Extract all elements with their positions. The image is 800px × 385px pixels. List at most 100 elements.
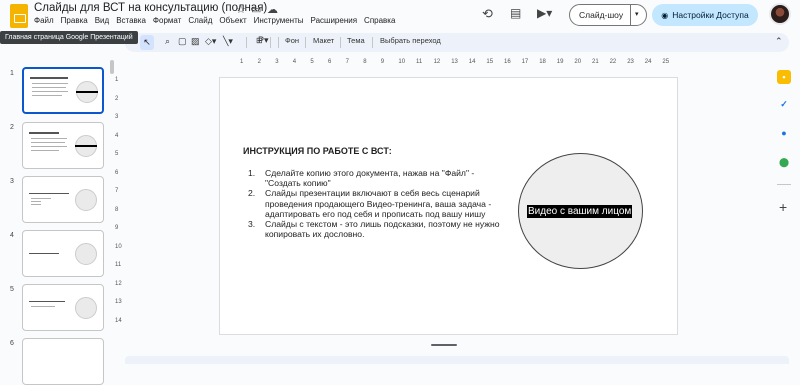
divider <box>630 5 631 25</box>
slide-instructions-list[interactable]: 1. Сделайте копию этого документа, нажав… <box>245 168 505 239</box>
share-button[interactable]: ◉ Настройки Доступа <box>652 4 758 26</box>
move-folder-icon[interactable]: ▭ <box>251 3 261 16</box>
document-title[interactable]: Слайды для ВСТ на консультацию (полная) <box>34 2 267 14</box>
theme-button[interactable]: Тема <box>347 36 365 45</box>
maps-icon[interactable]: ⬤ <box>777 155 791 169</box>
list-text: Сделайте копию этого документа, нажав на… <box>265 168 475 189</box>
background-button[interactable]: Фон <box>285 36 299 45</box>
divider <box>340 37 341 48</box>
slide-number: 2 <box>10 124 14 131</box>
menu-object[interactable]: Объект <box>219 16 250 25</box>
vertical-ruler: 1 2 3 4 5 6 7 8 9 10 11 12 13 14 <box>113 75 123 335</box>
menu-insert[interactable]: Вставка <box>116 16 150 25</box>
menu-edit[interactable]: Правка <box>61 16 92 25</box>
slide-number: 1 <box>10 70 14 77</box>
menu-view[interactable]: Вид <box>95 16 113 25</box>
tasks-icon[interactable]: ✓ <box>777 97 791 111</box>
menu-file[interactable]: Файл <box>34 16 58 25</box>
slides-logo-icon[interactable] <box>10 4 28 28</box>
slideshow-button[interactable]: Слайд-шоу ▾ <box>569 4 647 26</box>
ruler-tick-label: 11 <box>416 59 423 65</box>
slide-thumbnail-2[interactable] <box>22 122 104 169</box>
slide-number: 5 <box>10 286 14 293</box>
video-placeholder-label[interactable]: Видео с вашим лицом <box>527 205 633 218</box>
keep-icon[interactable]: ▪ <box>777 70 791 84</box>
list-number: 2. <box>248 188 256 199</box>
divider <box>777 184 791 185</box>
divider <box>278 37 279 48</box>
zoom-icon[interactable]: ⌕ <box>165 36 170 47</box>
shape-icon[interactable]: ◇▾ <box>205 36 216 47</box>
tooltip: Главная страница Google Презентаций <box>0 31 138 44</box>
slideshow-label[interactable]: Слайд-шоу <box>579 10 623 20</box>
ruler-tick-label: 22 <box>609 59 617 65</box>
text-format-icon[interactable]: Р▾ <box>258 35 269 46</box>
slide-thumbnail-5[interactable] <box>22 284 104 331</box>
ruler-tick-label: 21 <box>592 59 599 65</box>
select-cursor-icon[interactable]: ↖ <box>140 35 154 50</box>
divider <box>372 37 373 48</box>
ruler-tick-label: 5 <box>115 151 119 157</box>
ruler-tick-label: 2 <box>257 59 261 65</box>
list-item: 1. Сделайте копию этого документа, нажав… <box>245 168 505 188</box>
collapse-toolbar-icon[interactable]: ⌃ <box>775 36 783 47</box>
layout-button[interactable]: Макет <box>313 36 334 45</box>
slide-thumbnail-3[interactable] <box>22 176 104 223</box>
contacts-icon[interactable]: ● <box>777 126 791 140</box>
transition-button[interactable]: Выбрать переход <box>380 36 441 45</box>
textbox-icon[interactable]: ▢ <box>178 36 187 47</box>
ruler-tick-label: 9 <box>115 225 119 231</box>
slide-thumbnail-6[interactable] <box>22 338 104 385</box>
avatar[interactable] <box>769 3 791 25</box>
divider <box>246 37 247 48</box>
ruler-tick-label: 7 <box>115 188 119 194</box>
ruler-tick-label: 18 <box>539 59 546 65</box>
ruler-tick-label: 14 <box>115 317 122 324</box>
slide-title[interactable]: ИНСТРУКЦИЯ ПО РАБОТЕ С ВСТ: <box>243 146 392 156</box>
menu-tools[interactable]: Инструменты <box>254 16 308 25</box>
list-item: 3. Слайды с текстом - это лишь подсказки… <box>245 219 505 239</box>
comments-icon[interactable]: ▤ <box>510 6 521 20</box>
history-icon[interactable]: ⟲ <box>482 6 493 22</box>
line-icon[interactable]: ╲▾ <box>223 36 233 47</box>
speaker-notes-handle[interactable] <box>431 344 457 346</box>
chevron-down-icon[interactable]: ▾ <box>635 10 639 18</box>
cloud-status-icon[interactable]: ☁ <box>267 3 278 16</box>
slide-thumbnail-4[interactable] <box>22 230 104 277</box>
ruler-tick-label: 10 <box>398 59 406 65</box>
star-icon[interactable]: ☆ <box>236 3 246 16</box>
ruler-tick-label: 14 <box>468 59 476 65</box>
slide-number: 4 <box>10 232 14 239</box>
ruler-tick-label: 1 <box>240 59 244 65</box>
toolbar: ⌕ ▢ ▨ ◇▾ ╲▾ ⊞ Р▾ Фон Макет Тема Выбрать … <box>125 33 789 52</box>
ruler-tick-label: 20 <box>574 59 582 65</box>
ruler-tick-label: 7 <box>345 59 349 65</box>
slide-number: 6 <box>10 340 14 347</box>
ruler-tick-label: 15 <box>486 59 494 65</box>
ruler-tick-label: 6 <box>328 59 332 65</box>
add-addon-icon[interactable]: + <box>779 199 787 215</box>
ruler-tick-label: 2 <box>115 95 119 102</box>
menu-format[interactable]: Формат <box>153 16 185 25</box>
ruler-tick-label: 5 <box>310 59 314 65</box>
menu-slide[interactable]: Слайд <box>188 16 216 25</box>
meet-icon[interactable]: ▶▾ <box>537 6 552 20</box>
ruler-tick-label: 11 <box>115 262 122 268</box>
slide-thumbnail-1[interactable] <box>22 67 104 114</box>
ruler-tick-label: 13 <box>451 59 458 65</box>
menu-help[interactable]: Справка <box>364 16 399 25</box>
divider <box>305 37 306 48</box>
ruler-tick-label: 24 <box>644 59 652 65</box>
list-number: 1. <box>248 168 256 178</box>
list-text: Слайды с текстом - это лишь подсказки, п… <box>265 219 500 240</box>
speaker-notes-bar[interactable] <box>125 356 789 364</box>
menu-extensions[interactable]: Расширения <box>311 16 362 25</box>
ruler-tick-label: 3 <box>115 114 119 120</box>
ruler-tick-label: 10 <box>115 243 122 250</box>
divider <box>270 37 271 48</box>
image-icon[interactable]: ▨ <box>191 36 200 47</box>
ruler-tick-label: 3 <box>275 59 279 65</box>
ruler-tick-label: 8 <box>363 59 367 65</box>
list-item: 2. Слайды презентации включают в себя ве… <box>245 188 505 219</box>
ruler-tick-label: 4 <box>292 59 297 65</box>
